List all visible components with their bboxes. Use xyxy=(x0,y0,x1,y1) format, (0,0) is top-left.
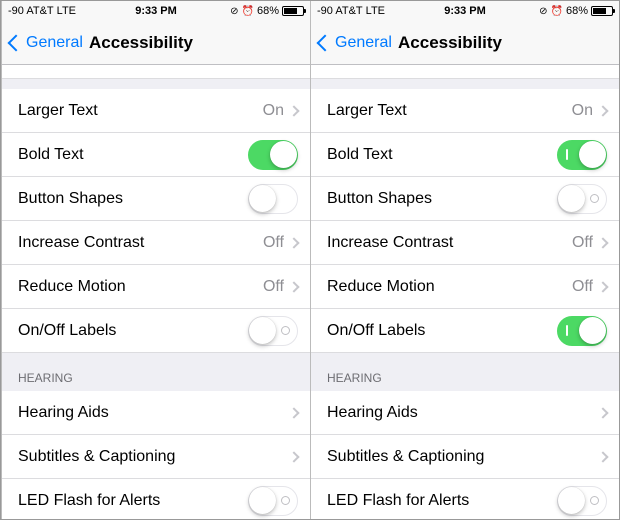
nav-bar: General Accessibility xyxy=(2,21,310,65)
row-bold-text[interactable]: Bold Text xyxy=(311,133,619,177)
phone-left: -90 AT&T LTE 9:33 PM 68% General Accessi… xyxy=(1,1,310,519)
battery-icon xyxy=(282,6,304,16)
toggle-onoff-labels[interactable] xyxy=(557,316,607,346)
row-increase-contrast[interactable]: Increase Contrast Off xyxy=(311,221,619,265)
row-value: Off xyxy=(263,234,284,252)
toggle-button-shapes[interactable] xyxy=(248,184,298,214)
chevron-left-icon xyxy=(317,34,334,51)
row-larger-text[interactable]: Larger Text On xyxy=(2,89,310,133)
row-value: On xyxy=(263,102,284,120)
row-value: Off xyxy=(572,234,593,252)
chevron-right-icon xyxy=(288,237,299,248)
chevron-right-icon xyxy=(597,237,608,248)
phone-right: -90 AT&T LTE 9:33 PM 68% General Accessi… xyxy=(310,1,619,519)
orientation-lock-icon xyxy=(230,5,238,17)
row-label: Hearing Aids xyxy=(18,404,290,422)
row-label: Button Shapes xyxy=(18,190,248,208)
row-button-shapes[interactable]: Button Shapes xyxy=(311,177,619,221)
chevron-right-icon xyxy=(288,281,299,292)
row-reduce-motion[interactable]: Reduce Motion Off xyxy=(2,265,310,309)
battery-icon xyxy=(591,6,613,16)
toggle-onoff-labels[interactable] xyxy=(248,316,298,346)
row-subtitles-captioning[interactable]: Subtitles & Captioning xyxy=(2,435,310,479)
toggle-button-shapes[interactable] xyxy=(557,184,607,214)
row-value: On xyxy=(572,102,593,120)
row-label: LED Flash for Alerts xyxy=(327,492,557,510)
chevron-right-icon xyxy=(597,451,608,462)
row-led-flash[interactable]: LED Flash for Alerts xyxy=(2,479,310,519)
row-increase-contrast[interactable]: Increase Contrast Off xyxy=(2,221,310,265)
battery-pct: 68% xyxy=(257,5,279,17)
row-label: Bold Text xyxy=(18,146,248,164)
row-hearing-aids[interactable]: Hearing Aids xyxy=(311,391,619,435)
row-label: Subtitles & Captioning xyxy=(18,448,290,466)
row-value: Off xyxy=(572,278,593,296)
row-label: Bold Text xyxy=(327,146,557,164)
status-bar: -90 AT&T LTE 9:33 PM 68% xyxy=(2,1,310,21)
chevron-right-icon xyxy=(288,407,299,418)
chevron-right-icon xyxy=(597,407,608,418)
section-header-hearing: HEARING xyxy=(311,353,619,391)
signal-text: -90 AT&T xyxy=(317,5,363,17)
row-label: Button Shapes xyxy=(327,190,557,208)
chevron-right-icon xyxy=(288,105,299,116)
page-title: Accessibility xyxy=(398,33,502,53)
back-button[interactable]: General xyxy=(319,34,392,52)
back-button[interactable]: General xyxy=(10,34,83,52)
signal-text: -90 AT&T xyxy=(8,5,54,17)
row-onoff-labels[interactable]: On/Off Labels xyxy=(311,309,619,353)
battery-pct: 68% xyxy=(566,5,588,17)
row-label: Reduce Motion xyxy=(327,278,572,296)
list-item[interactable] xyxy=(2,65,310,79)
row-label: Larger Text xyxy=(327,102,572,120)
chevron-right-icon xyxy=(288,451,299,462)
chevron-right-icon xyxy=(597,281,608,292)
orientation-lock-icon xyxy=(539,5,547,17)
toggle-bold-text[interactable] xyxy=(557,140,607,170)
alarm-icon xyxy=(242,5,254,17)
settings-list[interactable]: Larger Text On Bold Text Button Shapes I… xyxy=(311,65,619,519)
section-header-hearing: HEARING xyxy=(2,353,310,391)
row-label: On/Off Labels xyxy=(327,322,557,340)
row-label: Increase Contrast xyxy=(327,234,572,252)
settings-list[interactable]: Larger Text On Bold Text Button Shapes I… xyxy=(2,65,310,519)
back-label: General xyxy=(335,34,392,52)
network-text: LTE xyxy=(57,5,76,17)
row-label: Reduce Motion xyxy=(18,278,263,296)
status-bar: -90 AT&T LTE 9:33 PM 68% xyxy=(311,1,619,21)
row-reduce-motion[interactable]: Reduce Motion Off xyxy=(311,265,619,309)
toggle-led-flash[interactable] xyxy=(557,486,607,516)
network-text: LTE xyxy=(366,5,385,17)
list-item[interactable] xyxy=(311,65,619,79)
back-label: General xyxy=(26,34,83,52)
clock-text: 9:33 PM xyxy=(444,5,486,17)
row-label: Larger Text xyxy=(18,102,263,120)
row-onoff-labels[interactable]: On/Off Labels xyxy=(2,309,310,353)
row-led-flash[interactable]: LED Flash for Alerts xyxy=(311,479,619,519)
page-title: Accessibility xyxy=(89,33,193,53)
alarm-icon xyxy=(551,5,563,17)
clock-text: 9:33 PM xyxy=(135,5,177,17)
row-label: Subtitles & Captioning xyxy=(327,448,599,466)
row-label: Increase Contrast xyxy=(18,234,263,252)
row-hearing-aids[interactable]: Hearing Aids xyxy=(2,391,310,435)
chevron-right-icon xyxy=(597,105,608,116)
row-larger-text[interactable]: Larger Text On xyxy=(311,89,619,133)
row-label: On/Off Labels xyxy=(18,322,248,340)
row-value: Off xyxy=(263,278,284,296)
toggle-bold-text[interactable] xyxy=(248,140,298,170)
chevron-left-icon xyxy=(8,34,25,51)
row-button-shapes[interactable]: Button Shapes xyxy=(2,177,310,221)
row-bold-text[interactable]: Bold Text xyxy=(2,133,310,177)
nav-bar: General Accessibility xyxy=(311,21,619,65)
toggle-led-flash[interactable] xyxy=(248,486,298,516)
row-label: LED Flash for Alerts xyxy=(18,492,248,510)
row-subtitles-captioning[interactable]: Subtitles & Captioning xyxy=(311,435,619,479)
row-label: Hearing Aids xyxy=(327,404,599,422)
